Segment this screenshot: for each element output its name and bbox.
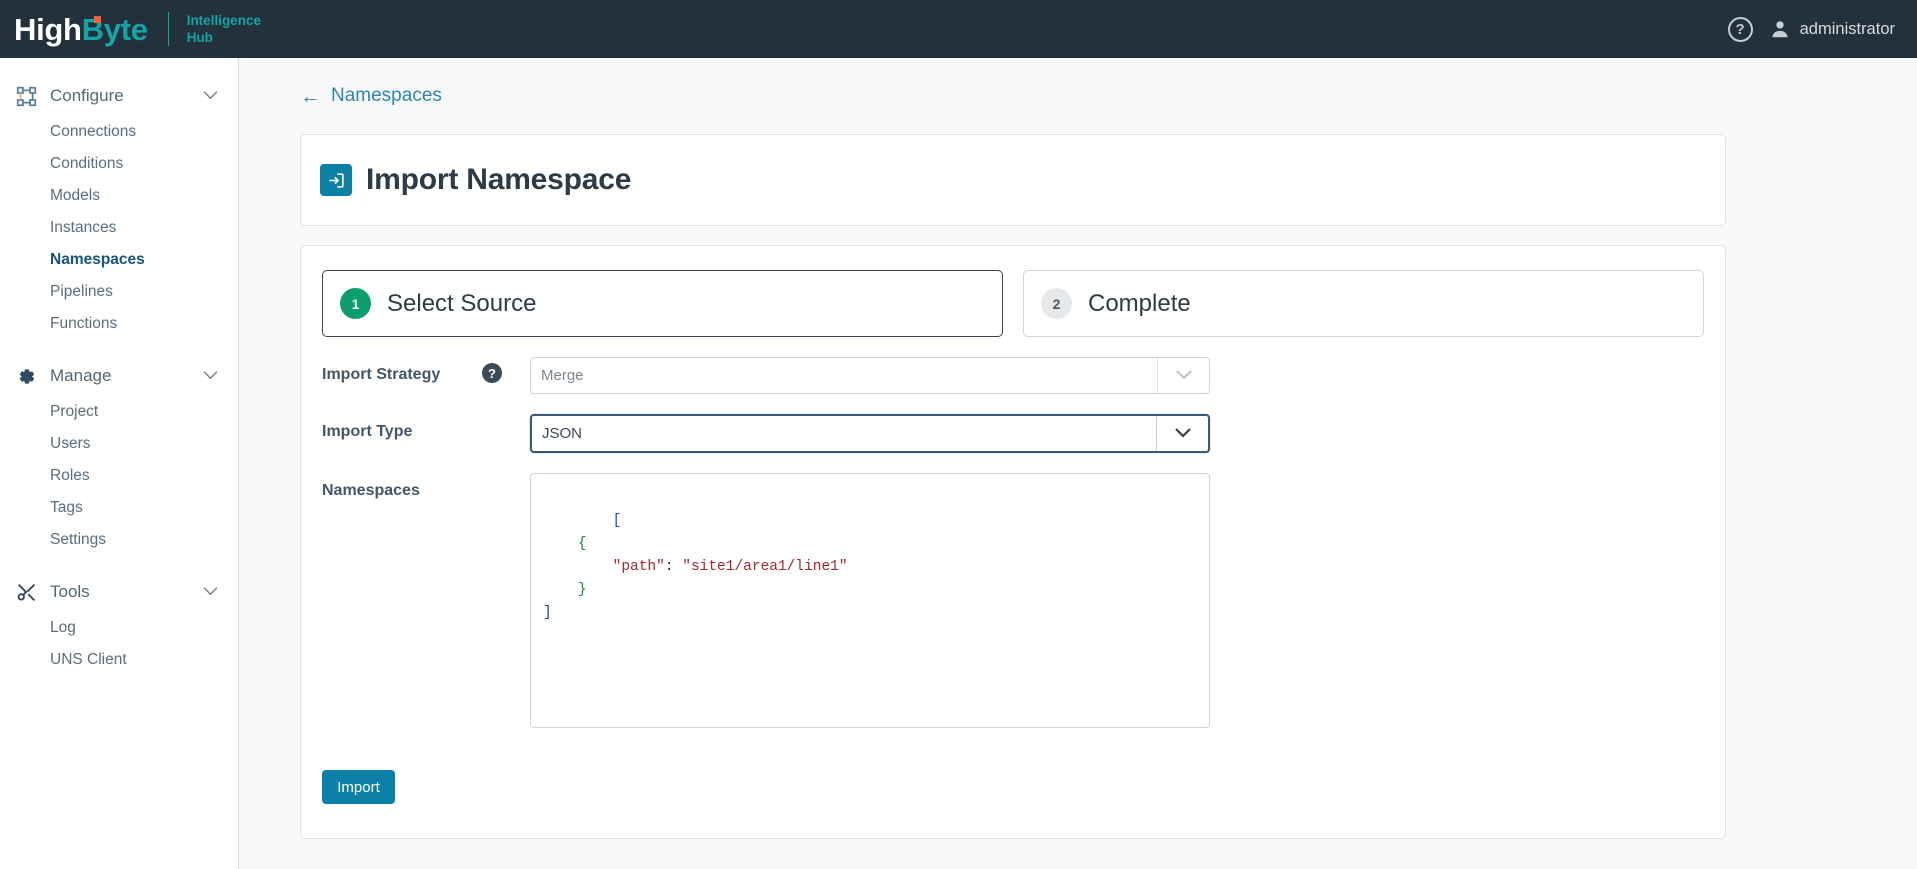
import-type-value: JSON xyxy=(542,425,583,442)
top-bar: HighByte Intelligence Hub ? administrato… xyxy=(0,0,1917,58)
namespaces-label: Namespaces xyxy=(322,482,420,499)
chevron-down-icon xyxy=(203,87,218,105)
product-name: Intelligence Hub xyxy=(187,12,261,46)
namespaces-help-slot xyxy=(482,473,530,479)
form-row-actions: Import xyxy=(322,748,1704,804)
chevron-down-icon xyxy=(1157,358,1209,393)
form-row-import-strategy: Import Strategy ? Merge xyxy=(322,357,1704,394)
sidebar-item-label: Settings xyxy=(50,531,107,548)
sidebar-item-instances[interactable]: Instances xyxy=(0,212,238,244)
step-number-badge: 2 xyxy=(1041,288,1072,319)
user-avatar-icon xyxy=(1772,21,1788,38)
import-type-label: Import Type xyxy=(322,423,413,440)
chevron-down-icon xyxy=(203,367,218,385)
back-arrow-icon: ← xyxy=(300,84,321,108)
sidebar-group-manage[interactable]: Manage xyxy=(0,356,238,396)
logo-text-high: High xyxy=(14,11,82,47)
sidebar: Configure Connections Conditions Models … xyxy=(0,58,239,869)
chevron-down-icon xyxy=(203,583,218,601)
sidebar-item-functions[interactable]: Functions xyxy=(0,308,238,340)
sidebar-item-label: UNS Client xyxy=(50,651,127,668)
sidebar-item-label: Pipelines xyxy=(50,283,113,300)
sidebar-item-tags[interactable]: Tags xyxy=(0,492,238,524)
user-name-label: administrator xyxy=(1799,19,1895,38)
sidebar-item-label: Roles xyxy=(50,467,90,484)
sidebar-item-label: Instances xyxy=(50,219,117,236)
step-indicator: 1 Select Source 2 Complete xyxy=(322,270,1704,337)
sidebar-group-label-tools: Tools xyxy=(50,582,90,601)
product-name-line2: Hub xyxy=(186,30,213,45)
sidebar-item-roles[interactable]: Roles xyxy=(0,460,238,492)
nodes-icon xyxy=(14,84,38,108)
page-title: Import Namespace xyxy=(366,163,632,196)
resize-handle[interactable] xyxy=(1195,713,1207,725)
sidebar-item-conditions[interactable]: Conditions xyxy=(0,148,238,180)
sidebar-group-configure[interactable]: Configure xyxy=(0,76,238,116)
import-icon xyxy=(320,164,352,196)
gear-icon xyxy=(14,364,38,388)
step-select-source[interactable]: 1 Select Source xyxy=(322,270,1003,337)
import-button[interactable]: Import xyxy=(322,770,395,804)
sidebar-group-label-manage: Manage xyxy=(50,366,112,385)
sidebar-item-label: Namespaces xyxy=(50,251,145,268)
logo-divider xyxy=(167,12,169,46)
sidebar-item-models[interactable]: Models xyxy=(0,180,238,212)
form-row-import-type: Import Type JSON xyxy=(322,414,1704,453)
import-strategy-value: Merge xyxy=(541,367,584,384)
sidebar-item-project[interactable]: Project xyxy=(0,396,238,428)
import-strategy-select[interactable]: Merge xyxy=(530,357,1210,394)
sidebar-item-label: Models xyxy=(50,187,100,204)
user-menu[interactable]: administrator xyxy=(1769,18,1895,40)
step-number-badge: 1 xyxy=(340,288,371,319)
logo-text-byte: Byte xyxy=(81,11,148,47)
step-label: Select Source xyxy=(387,289,537,317)
breadcrumb[interactable]: ← Namespaces xyxy=(300,85,442,107)
breadcrumb-link-namespaces[interactable]: Namespaces xyxy=(331,85,442,107)
sidebar-item-uns-client[interactable]: UNS Client xyxy=(0,644,238,676)
import-type-help-slot xyxy=(482,414,530,420)
sidebar-item-label: Project xyxy=(50,403,99,420)
sidebar-item-label: Users xyxy=(50,435,91,452)
sidebar-item-label: Conditions xyxy=(50,155,124,172)
sidebar-group-tools[interactable]: Tools xyxy=(0,572,238,612)
chevron-down-icon xyxy=(1156,416,1208,451)
sidebar-item-pipelines[interactable]: Pipelines xyxy=(0,276,238,308)
top-bar-actions: ? administrator xyxy=(1727,16,1917,42)
import-type-select[interactable]: JSON xyxy=(530,414,1210,453)
sidebar-item-label: Functions xyxy=(50,315,118,332)
help-icon[interactable]: ? xyxy=(482,363,502,383)
sidebar-item-connections[interactable]: Connections xyxy=(0,116,238,148)
product-name-line1: Intelligence xyxy=(186,13,261,28)
sidebar-item-namespaces[interactable]: Namespaces xyxy=(0,244,238,276)
sidebar-item-settings[interactable]: Settings xyxy=(0,524,238,556)
step-label: Complete xyxy=(1088,289,1191,317)
sidebar-item-label: Log xyxy=(50,619,76,636)
logo-wordmark: HighByte xyxy=(14,14,148,45)
namespaces-json-content: [ { "path": "site1/area1/line1" } ] xyxy=(543,513,848,621)
sidebar-item-label: Tags xyxy=(50,499,83,516)
sidebar-group-label-configure: Configure xyxy=(50,86,124,105)
help-icon[interactable]: ? xyxy=(1727,16,1753,42)
tools-icon xyxy=(14,580,38,604)
step-complete[interactable]: 2 Complete xyxy=(1023,270,1704,337)
sidebar-item-log[interactable]: Log xyxy=(0,612,238,644)
logo-accent-dot xyxy=(94,15,101,23)
import-form-card: 1 Select Source 2 Complete Import Strate… xyxy=(300,245,1726,839)
form-row-namespaces: Namespaces [ { "path": "site1/area1/line… xyxy=(322,473,1704,728)
sidebar-item-users[interactable]: Users xyxy=(0,428,238,460)
app-logo[interactable]: HighByte Intelligence Hub xyxy=(0,12,261,46)
namespaces-json-editor[interactable]: [ { "path": "site1/area1/line1" } ] xyxy=(530,473,1210,728)
page-title-card: Import Namespace xyxy=(300,134,1726,226)
main-content: ← Namespaces Import Namespace 1 Select S… xyxy=(239,58,1917,869)
import-strategy-help-slot: ? xyxy=(482,357,530,383)
import-strategy-label: Import Strategy xyxy=(322,366,441,383)
sidebar-item-label: Connections xyxy=(50,123,137,140)
